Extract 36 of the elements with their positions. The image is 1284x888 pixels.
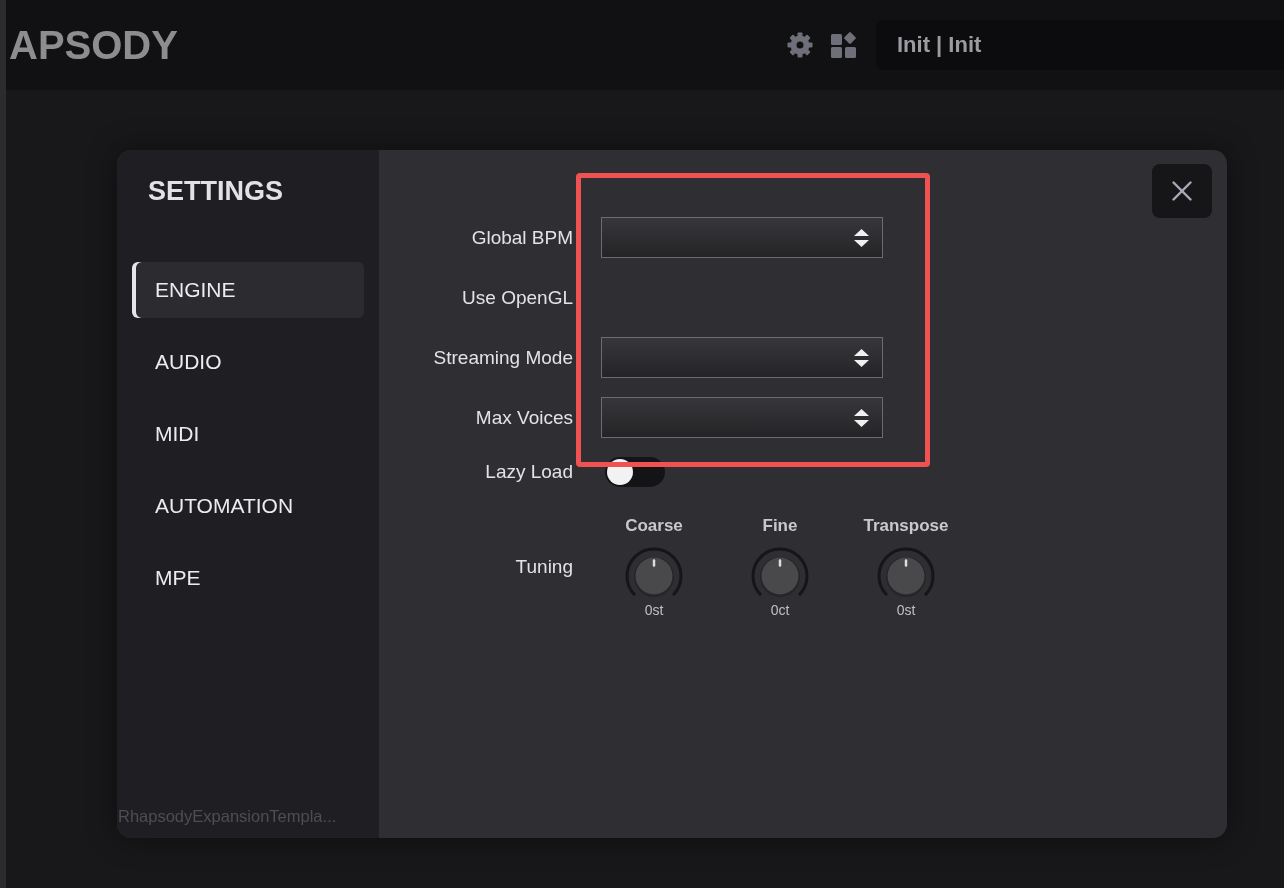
setting-label: Max Voices: [475, 406, 573, 429]
updown-arrows-icon: [854, 407, 869, 428]
nav-item[interactable]: MIDI: [132, 406, 364, 462]
settings-icon[interactable]: [787, 32, 813, 58]
setting-label: Global BPM: [471, 226, 573, 249]
close-icon: [1172, 181, 1192, 201]
setting-label: Tuning: [515, 556, 573, 578]
knob[interactable]: [751, 547, 809, 599]
knob-label: Transpose: [863, 516, 949, 536]
updown-arrows-icon: [854, 227, 869, 248]
nav-item[interactable]: AUDIO: [132, 334, 364, 390]
grid-icon[interactable]: [831, 31, 858, 59]
updown-arrows-icon: [854, 347, 869, 368]
knob-cap[interactable]: [635, 557, 673, 595]
knob-cap[interactable]: [887, 557, 925, 595]
knob-value: 0st: [896, 602, 916, 618]
preset-display[interactable]: Init | Init: [876, 20, 1284, 70]
knob-label: Coarse: [625, 516, 683, 536]
nav-item[interactable]: AUTOMATION: [132, 478, 364, 534]
dropdown[interactable]: [601, 337, 883, 378]
close-button[interactable]: [1152, 164, 1212, 218]
knob-cap[interactable]: [761, 557, 799, 595]
setting-label: Use OpenGL: [462, 286, 573, 309]
knob-value: 0ct: [770, 602, 790, 618]
dropdown[interactable]: [601, 217, 883, 258]
setting-label: Streaming Mode: [433, 346, 573, 369]
nav-item[interactable]: MPE: [132, 550, 364, 606]
setting-label: Lazy Load: [485, 461, 573, 483]
knob-label: Fine: [762, 516, 798, 536]
knob[interactable]: [625, 547, 683, 599]
brand-title: APSODY: [9, 22, 178, 68]
knob-value: 0st: [644, 602, 664, 618]
dropdown[interactable]: [601, 397, 883, 438]
nav-item[interactable]: ENGINE: [132, 262, 364, 318]
dialog-title: SETTINGS: [148, 176, 283, 207]
knob[interactable]: [877, 547, 935, 599]
